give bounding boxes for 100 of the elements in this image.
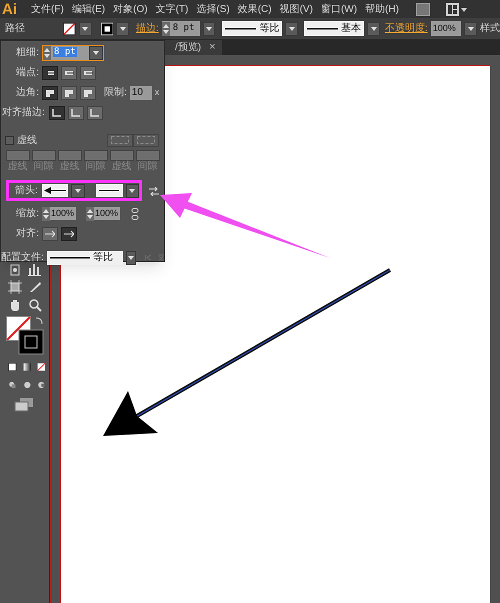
document-title: /预览) [175,41,202,55]
zoom-icon [28,298,42,312]
dash-field[interactable] [32,150,56,161]
cap-button[interactable] [42,66,58,80]
dash-pattern-button[interactable] [107,134,133,146]
bridge-button[interactable] [416,2,430,16]
artboard-tool-icon [8,280,22,294]
dash-field[interactable] [136,150,160,161]
unit-label: x [154,86,160,99]
line-icon [307,26,338,30]
field-label: 配置文件: [1,250,44,265]
arrowhead-icon [44,187,66,194]
dash-field[interactable] [6,150,30,161]
style-label: 样式 [480,22,500,36]
align-stroke-button[interactable] [86,106,103,120]
field-label: 边角: [15,86,39,100]
brush-caret-button[interactable] [367,22,380,36]
opacity-field[interactable]: 100% [430,21,462,36]
menu-item[interactable]: 帮助(H) [362,2,402,16]
menu-item[interactable]: 选择(S) [193,2,233,16]
menu-item[interactable]: 视图(V) [276,2,316,16]
object-type-label: 路径 [5,22,26,36]
caret-icon [370,26,378,32]
align-stroke-button[interactable] [68,106,84,120]
slice-tool-icon [28,280,42,294]
profile-caret-button[interactable] [126,250,136,264]
stepper-icon [162,22,170,36]
checkbox-label: 虚线 [17,134,37,148]
cap-icon [45,68,55,76]
screen-mode-icon [14,398,34,412]
weight-field[interactable]: 8 pt [42,44,104,60]
stepper-icon [86,206,94,220]
link-icon [131,208,139,220]
profile-caret-button[interactable] [285,22,298,36]
arrow-align-button[interactable] [61,226,77,240]
align-stroke-icon [52,108,62,116]
end-scale-field[interactable]: 100% [86,207,120,220]
opacity-link[interactable]: 不透明度: [384,21,428,36]
cap-icon [64,68,74,76]
document-tab[interactable]: /预览) × [165,40,222,55]
fill-dropdown[interactable] [78,22,92,36]
menu-item[interactable]: 效果(C) [234,2,275,16]
menu-item[interactable]: 窗口(W) [318,2,360,16]
caret-icon [205,26,214,32]
stroke-weight-field[interactable]: 8 pt [162,21,200,36]
brush-dropdown[interactable]: 基本 [304,21,364,36]
fill-stroke-icon [6,316,46,356]
field-label: 限制: [104,86,127,100]
stroke-link[interactable]: 描边: [136,21,159,36]
layout-icon [446,2,468,16]
weight-dropdown[interactable] [202,22,216,36]
flip-across-icon [158,253,164,262]
field-label: 端点: [15,66,39,80]
flip-along-icon [145,253,152,262]
caret-icon [128,188,136,194]
cap-button[interactable] [80,66,96,80]
corner-button[interactable] [80,86,96,100]
opacity-dropdown[interactable] [464,22,478,36]
corner-button[interactable] [61,86,77,100]
close-button[interactable]: × [209,42,216,53]
menu-item[interactable]: 文件(F) [28,2,67,16]
dash-field[interactable] [58,150,82,161]
fill-swatch-icon [63,22,76,36]
start-arrow-caret-button[interactable] [71,184,85,198]
menu-item[interactable]: 对象(O) [110,2,151,16]
align-stroke-icon [70,108,81,116]
workspace-button[interactable] [446,2,468,16]
bar-chart-icon [28,262,42,276]
field-label: 粗细: [15,46,39,60]
cap-button[interactable] [61,66,77,80]
caret-icon [74,188,82,194]
corner-button[interactable] [42,86,58,100]
none-mode-icon [37,360,46,374]
swap-arrows-icon [149,187,159,196]
start-scale-field[interactable]: 100% [42,207,76,220]
start-arrow-dropdown[interactable] [42,184,68,197]
end-arrow-dropdown[interactable] [96,184,123,197]
dash-field[interactable] [84,150,108,161]
limit-field[interactable]: 10 [130,86,152,100]
end-arrow-caret-button[interactable] [126,184,139,198]
profile-dropdown[interactable]: 等比 [46,250,123,264]
cap-icon [83,68,93,76]
caret-icon [466,26,475,32]
dash-pattern-icon [137,136,155,144]
line-icon [225,26,256,30]
app-logo: Ai [1,2,18,16]
line-icon [99,189,120,192]
menu-item[interactable]: 文字(T) [152,2,192,16]
align-stroke-button[interactable] [48,106,65,120]
caret-icon [81,26,90,32]
field-label: 对齐: [15,226,39,241]
arrow-align-button[interactable] [42,226,58,240]
profile-dropdown[interactable]: 等比 [222,21,282,36]
stroke-dropdown[interactable] [116,22,129,36]
dash-pattern-button[interactable] [133,134,159,146]
menu-item[interactable]: 编辑(E) [68,2,108,16]
weight-caret-button[interactable] [89,46,103,60]
dash-field[interactable] [110,150,134,161]
dashed-checkbox[interactable] [5,136,14,144]
line-icon [50,256,90,259]
